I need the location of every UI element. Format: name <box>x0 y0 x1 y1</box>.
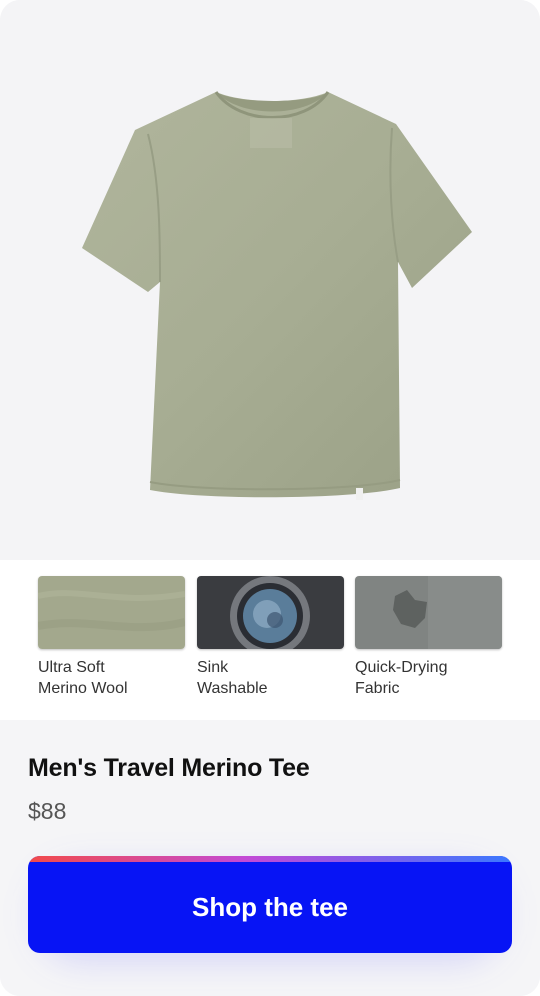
feature-sink-washable: Sink Washable <box>197 576 344 699</box>
product-price: $88 <box>28 798 67 824</box>
drying-fabric-thumbnail <box>355 576 502 649</box>
features-row: Ultra Soft Merino Wool Sink Washable Qui… <box>0 560 540 720</box>
washing-machine-thumbnail <box>197 576 344 649</box>
fabric-texture-thumbnail <box>38 576 185 649</box>
cta-label: Shop the tee <box>191 892 348 922</box>
green-tshirt-image <box>82 91 472 500</box>
product-title: Men's Travel Merino Tee <box>28 754 310 782</box>
shop-the-tee-button[interactable]: Shop the tee <box>28 856 512 953</box>
feature-label: Quick-Drying Fabric <box>355 659 448 697</box>
feature-quick-drying: Quick-Drying Fabric <box>355 576 502 699</box>
feature-label: Sink Washable <box>197 659 268 697</box>
product-info: Men's Travel Merino Tee $88 Shop the tee <box>0 720 540 996</box>
feature-label: Ultra Soft Merino Wool <box>38 659 128 697</box>
feature-merino: Ultra Soft Merino Wool <box>38 576 185 699</box>
product-card: Ultra Soft Merino Wool Sink Washable Qui… <box>0 0 540 996</box>
product-hero <box>0 0 540 560</box>
